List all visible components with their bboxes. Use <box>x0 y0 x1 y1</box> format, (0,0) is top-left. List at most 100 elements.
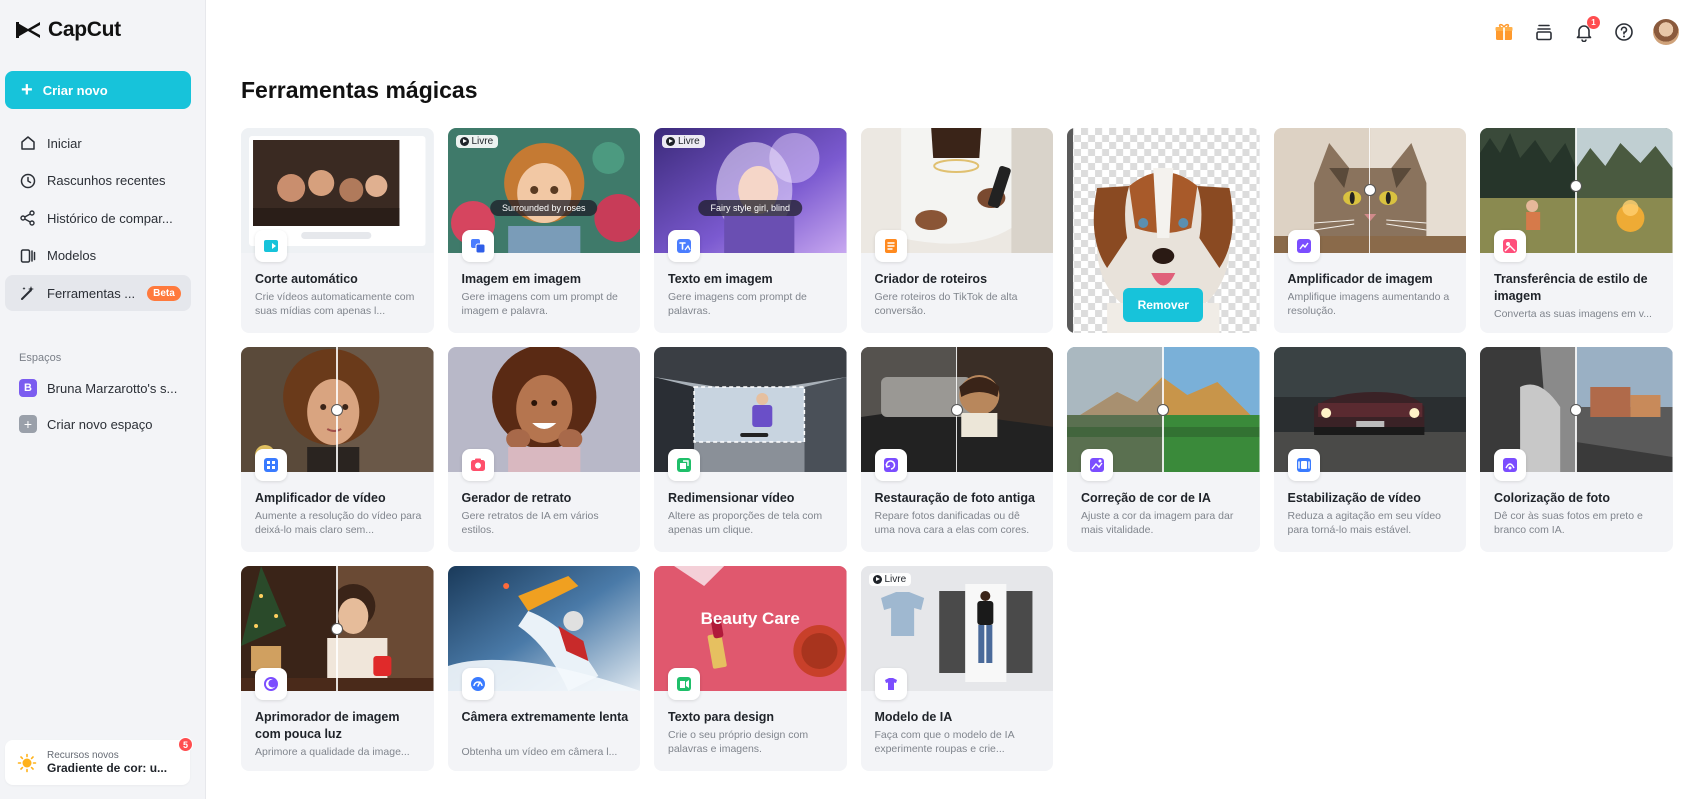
notification-count-badge: 1 <box>1587 16 1600 29</box>
sidebar: CapCut + Criar novo Iniciar Rascunhos re… <box>0 0 206 799</box>
tool-card-video-stabilization[interactable]: Estabilização de vídeo Reduza a agitação… <box>1273 347 1466 552</box>
magic-wand-icon <box>21 286 34 300</box>
script-icon <box>874 230 907 262</box>
user-avatar[interactable] <box>1653 19 1679 45</box>
tool-card-image-upscaler[interactable]: Amplificador de imagem Amplifique imagen… <box>1273 128 1466 333</box>
sidebar-item-magic-tools[interactable]: Ferramentas ... Beta <box>5 275 191 311</box>
prompt-caption: Fairy style girl, blind <box>698 200 803 216</box>
capcut-app: CapCut + Criar novo Iniciar Rascunhos re… <box>0 0 1699 799</box>
image-to-image-icon <box>461 230 494 262</box>
tool-title: Estabilização de vídeo <box>1287 491 1421 505</box>
tool-card-slow-motion-camera[interactable]: Câmera extremamente lenta Obtenha um víd… <box>447 566 640 771</box>
video-upscale-icon <box>255 449 287 481</box>
tool-title: Criador de roteiros <box>874 272 988 286</box>
tool-description: Ajuste a cor da imagem para dar mais vit… <box>1081 510 1234 536</box>
tool-card-image-to-image[interactable]: Livre Surrounded by roses Imagem em imag… <box>447 128 640 333</box>
free-label: Livre <box>884 574 907 585</box>
tool-description: Dê cor às suas fotos em preto e branco c… <box>1494 510 1643 536</box>
plus-icon: + <box>21 79 33 101</box>
tool-card-script-creator[interactable]: Criador de roteiros Gere roteiros do Tik… <box>860 128 1053 333</box>
clock-icon <box>20 173 36 188</box>
beta-badge: Beta <box>147 285 181 301</box>
text-design-icon <box>668 668 700 700</box>
sidebar-item-recent-drafts[interactable]: Rascunhos recentes <box>5 163 191 199</box>
tool-card-ai-color-correction[interactable]: Correção de cor de IA Ajuste a cor da im… <box>1067 347 1260 552</box>
image-upscale-icon <box>1287 230 1320 262</box>
header-toolbar: 1 <box>1493 16 1679 45</box>
new-features-count-badge: 5 <box>178 737 193 752</box>
create-new-label: Criar novo <box>42 82 108 98</box>
tool-card-auto-cut[interactable]: Corte automático Crie vídeos automaticam… <box>241 128 434 333</box>
tool-title: Transferência de estilo de imagem <box>1494 272 1648 303</box>
slow-motion-icon <box>461 668 494 700</box>
tool-title: Amplificador de imagem <box>1287 272 1433 286</box>
tool-description: Crie vídeos automaticamente com suas míd… <box>255 291 415 317</box>
tool-card-remove-background[interactable]: Remover <box>1067 128 1260 333</box>
compare-handle-icon <box>950 404 963 416</box>
tool-card-portrait-generator[interactable]: Gerador de retrato Gere retratos de IA e… <box>447 347 640 552</box>
tool-card-text-to-image[interactable]: Livre Fairy style girl, blind Texto em i… <box>654 128 847 333</box>
compare-handle-icon <box>1157 404 1169 416</box>
tool-description: Amplifique imagens aumentando a resoluçã… <box>1287 291 1450 317</box>
remove-background-button[interactable]: Remover <box>1123 288 1204 322</box>
tool-title: Redimensionar vídeo <box>668 491 795 505</box>
sidebar-item-label: Ferramentas ... <box>47 285 136 301</box>
free-label: Livre <box>678 136 700 147</box>
spaces-heading: Espaços <box>19 352 62 364</box>
capcut-logo-icon <box>16 22 40 38</box>
tool-description: Gere imagens com um prompt de imagem e p… <box>461 291 618 317</box>
help-icon[interactable] <box>1613 21 1635 43</box>
tool-card-photo-colorization[interactable]: Colorização de foto Dê cor às suas fotos… <box>1480 347 1673 552</box>
tool-card-low-light-enhancer[interactable]: Aprimorador de imagem com pouca luz Apri… <box>241 566 434 771</box>
plus-icon: + <box>19 415 37 433</box>
gift-icon[interactable] <box>1493 21 1515 43</box>
sidebar-item-label: Rascunhos recentes <box>47 173 166 188</box>
tool-description: Reduza a agitação em seu vídeo para torn… <box>1287 510 1442 536</box>
tool-description: Gere roteiros do TikTok de alta conversã… <box>874 291 1018 317</box>
create-new-button[interactable]: + Criar novo <box>5 71 191 109</box>
storage-icon[interactable] <box>1533 21 1555 43</box>
free-badge: Livre <box>662 135 705 148</box>
style-transfer-icon <box>1494 230 1526 262</box>
free-badge: Livre <box>455 135 499 148</box>
new-features-card[interactable]: Recursos novos Gradiente de cor: u... 5 <box>5 737 193 785</box>
compare-handle-icon <box>331 623 343 635</box>
prompt-caption: Surrounded by roses <box>489 200 598 216</box>
tool-card-text-to-design[interactable]: Beauty Care Texto para design Crie o seu… <box>654 566 847 771</box>
home-icon <box>21 136 35 150</box>
text-to-image-icon <box>668 230 700 262</box>
tool-title: Correção de cor de IA <box>1081 491 1211 505</box>
sidebar-item-home[interactable]: Iniciar <box>5 125 191 161</box>
share-icon <box>20 210 35 226</box>
tool-title: Amplificador de vídeo <box>255 491 386 505</box>
tool-card-style-transfer[interactable]: Transferência de estilo de imagem Conver… <box>1480 128 1673 333</box>
tool-card-video-upscaler[interactable]: Amplificador de vídeo Aumente a resoluçã… <box>241 347 434 552</box>
resize-icon <box>668 449 700 481</box>
auto-cut-icon <box>255 230 287 262</box>
tool-description: Crie o seu próprio design com palavras e… <box>668 729 809 755</box>
sidebar-item-label: Modelos <box>47 248 97 263</box>
sidebar-item-label: Histórico de compar... <box>47 210 173 226</box>
tool-card-ai-model[interactable]: Livre Modelo de IA Faça com que o modelo… <box>860 566 1053 771</box>
tool-card-old-photo-restoration[interactable]: Restauração de foto antiga Repare fotos … <box>860 347 1053 552</box>
sun-icon <box>17 753 37 772</box>
tshirt-ai-icon <box>874 668 907 700</box>
tool-card-resize-video[interactable]: Redimensionar vídeo Altere as proporções… <box>654 347 847 552</box>
tool-title: Restauração de foto antiga <box>874 491 1035 505</box>
notification-bell-icon[interactable]: 1 <box>1573 16 1600 43</box>
page-title: Ferramentas mágicas <box>241 77 478 103</box>
tool-description: Obtenha um vídeo em câmera l... <box>461 746 618 758</box>
design-headline: Beauty Care <box>700 609 800 628</box>
new-features-label: Recursos novos <box>47 750 119 761</box>
sidebar-item-templates[interactable]: Modelos <box>5 238 191 274</box>
sidebar-item-share-history[interactable]: Histórico de compar... <box>5 200 191 236</box>
capcut-logo[interactable]: CapCut <box>14 18 121 42</box>
compare-handle-icon <box>331 404 343 416</box>
space-item-personal[interactable]: B Bruna Marzarotto's s... <box>5 370 191 406</box>
create-space-button[interactable]: + Criar novo espaço <box>5 406 191 442</box>
tool-description: Aumente a resolução do vídeo para deixá-… <box>255 510 422 536</box>
tool-description: Altere as proporções de tela com apenas … <box>668 510 823 536</box>
tool-title: Câmera extremamente lenta <box>461 710 629 724</box>
tool-description: Converta as suas imagens em v... <box>1494 308 1652 320</box>
tool-title: Modelo de IA <box>874 710 953 724</box>
